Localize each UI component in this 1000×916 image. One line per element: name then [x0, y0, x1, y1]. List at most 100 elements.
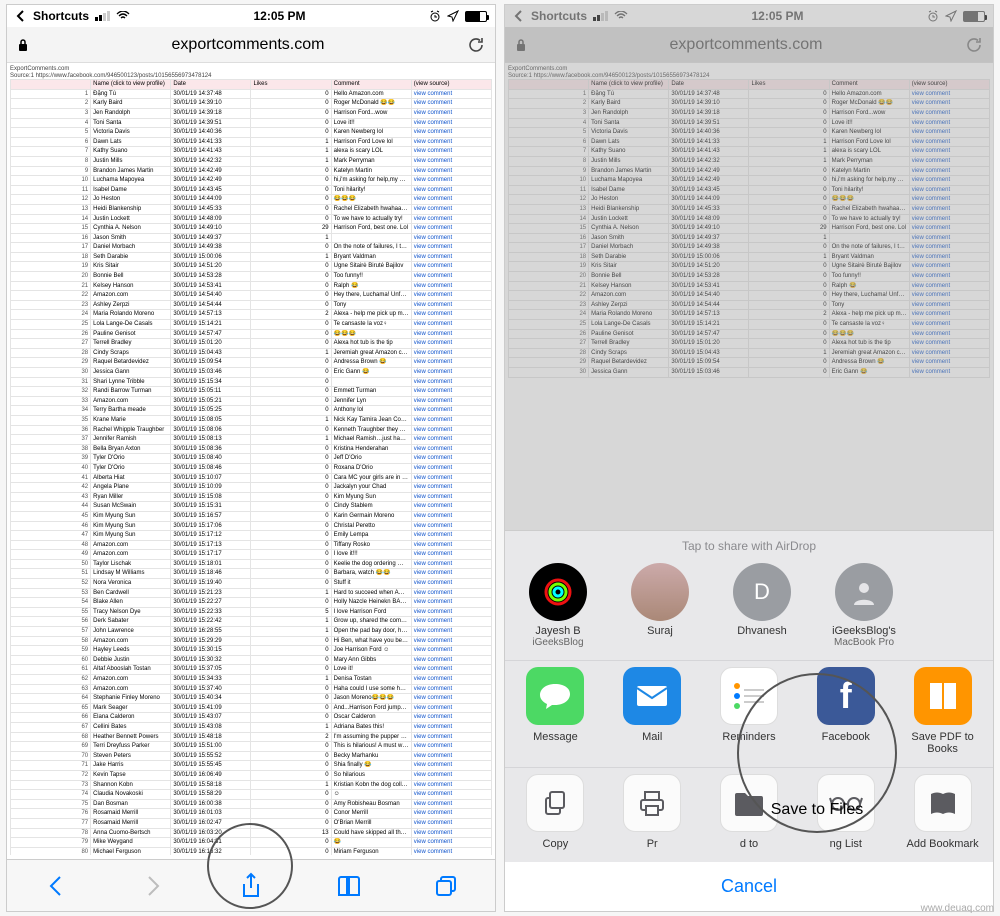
table-row: 5Victoria Davis30/01/19 14:40:360Karen N…	[11, 128, 492, 138]
safari-toolbar	[7, 859, 495, 911]
battery-icon	[465, 11, 487, 22]
table-row: 79Mike Weygand30/01/19 16:04:310😂view co…	[11, 838, 492, 848]
table-row: 9Brandon James Martin30/01/19 14:42:490K…	[11, 166, 492, 176]
table-row: 15Cynthia A. Nelson30/01/19 14:49:1029Ha…	[11, 224, 492, 234]
table-row: 14Justin Lockett30/01/19 14:48:090To we …	[11, 214, 492, 224]
back-button[interactable]	[36, 866, 76, 906]
table-row: 18Seth Darabie30/01/19 15:00:061Bryant V…	[11, 252, 492, 262]
table-row: 44Susan McSwain30/01/19 15:15:310Cindy S…	[11, 502, 492, 512]
share-app-msg[interactable]: Message	[515, 667, 596, 755]
share-app-fb[interactable]: fFacebook	[805, 667, 886, 755]
lock-icon	[17, 38, 29, 52]
airdrop-target[interactable]: Jayesh BiGeeksBlog	[515, 563, 601, 648]
tabs-button[interactable]	[426, 866, 466, 906]
airdrop-target[interactable]: Suraj	[617, 563, 703, 648]
table-row: 12Jo Heston30/01/19 14:44:090😂😂😂view com…	[11, 195, 492, 205]
table-row: 73Shannon Kobn30/01/19 15:58:181Kristian…	[11, 780, 492, 790]
table-row: 2Karly Baird30/01/19 14:39:100Roger McDo…	[11, 99, 492, 109]
table-row: 53Ben Cardwell30/01/19 15:21:231Hard to …	[11, 588, 492, 598]
app-label: Reminders	[709, 731, 790, 743]
apps-row: Message Mail Reminders fFacebookSave PDF to…	[505, 661, 993, 768]
table-row: 64Stephanie Finley Moreno30/01/19 15:40:…	[11, 694, 492, 704]
app-label: Mail	[612, 731, 693, 743]
airdrop-row: Jayesh BiGeeksBlogSurajDDhvaneshiGeeksBl…	[505, 557, 993, 661]
table-row: 32Randi Barrow Turman30/01/19 15:05:110E…	[11, 387, 492, 397]
reload-icon[interactable]	[467, 36, 485, 54]
table-row: 29Raquel Betardevidez30/01/19 15:09:540A…	[11, 358, 492, 368]
table-row: 72Kevin Tapse30/01/19 16:06:490So hilari…	[11, 770, 492, 780]
table-row: 78Anna Cuomo-Bertsch30/01/19 16:03:2013C…	[11, 828, 492, 838]
app-label: Facebook	[805, 731, 886, 743]
table-row: 46Kim Myung Sun30/01/19 15:17:060Christa…	[11, 521, 492, 531]
table-row: 65Mark Seager30/01/19 15:41:090And...Har…	[11, 703, 492, 713]
back-label[interactable]: Shortcuts	[33, 9, 89, 23]
table-row: 21Kelsey Hanson30/01/19 14:53:410Ralph 😂…	[11, 281, 492, 291]
share-action-save[interactable]: d to	[709, 774, 790, 850]
signal-icon	[95, 11, 110, 21]
table-row: 63Amazon.com30/01/19 15:37:400Haha could…	[11, 684, 492, 694]
bookmarks-button[interactable]	[329, 866, 369, 906]
table-row: 8Justin Mills30/01/19 14:42:321Mark Perr…	[11, 156, 492, 166]
phone-left: Shortcuts 12:05 PM exportcomments.com Ex…	[6, 4, 496, 912]
table-row: 26Pauline Genisot30/01/19 14:57:470😂😂😂vi…	[11, 329, 492, 339]
share-action-print[interactable]: Pr	[612, 774, 693, 850]
table-row: 59Hayley Leeds30/01/19 15:30:150Joe Harr…	[11, 646, 492, 656]
table-row: 24Maria Rolando Moreno30/01/19 14:57:132…	[11, 310, 492, 320]
table-row: 34Terry Bartha meade30/01/19 15:05:250An…	[11, 406, 492, 416]
share-action-glasses[interactable]: ng List	[805, 774, 886, 850]
table-row: 57John Lawrence30/01/19 16:28:551Open th…	[11, 627, 492, 637]
table-row: 43Ryan Miller30/01/19 15:15:080Kim Myung…	[11, 492, 492, 502]
table-row: 76Rosamaid Merrill30/01/19 16:01:030Cono…	[11, 809, 492, 819]
table-row: 60Debbie Justin30/01/19 15:30:320Mary An…	[11, 655, 492, 665]
airdrop-target[interactable]: iGeeksBlog'sMacBook Pro	[821, 563, 907, 648]
share-app-pdf[interactable]: Save PDF to Books	[902, 667, 983, 755]
url-host: exportcomments.com	[39, 36, 457, 54]
airdrop-name: Suraj	[617, 625, 703, 637]
table-row: 68Heather Bennett Powers30/01/19 15:48:1…	[11, 732, 492, 742]
share-action-book[interactable]: Add Bookmark	[902, 774, 983, 850]
table-row: 54Blake Allen30/01/19 15:22:270Holly Naz…	[11, 598, 492, 608]
chevron-left-icon	[15, 10, 27, 22]
table-row: 23Ashley Zerpzi30/01/19 14:54:440Tonyvie…	[11, 300, 492, 310]
url-bar[interactable]: exportcomments.com	[7, 27, 495, 63]
table-row: 40Tyler D'Orio30/01/19 15:08:460Roxana D…	[11, 463, 492, 473]
airdrop-name: Dhvanesh	[719, 625, 805, 637]
table-row: 56Derk Sabater30/01/19 15:22:421Grow up,…	[11, 617, 492, 627]
source-line: Source:1 https://www.facebook.com/946500…	[10, 73, 492, 80]
phone-right: Shortcuts 12:05 PM exportcomments.com Ex…	[504, 4, 994, 912]
share-button[interactable]	[231, 866, 271, 906]
share-action-copy[interactable]: Copy	[515, 774, 596, 850]
table-row: 27Terrell Bradley30/01/19 15:01:200Alexa…	[11, 339, 492, 349]
forward-button	[133, 866, 173, 906]
airdrop-name: iGeeksBlog's	[821, 625, 907, 637]
table-row: 80Michael Ferguson30/01/19 16:16:320Miri…	[11, 847, 492, 855]
table-row: 25Lola Lange-De Casals30/01/19 15:14:210…	[11, 320, 492, 330]
table-row: 35Krane Marie30/01/19 15:08:051Nick Kay …	[11, 415, 492, 425]
table-row: 38Bella Bryan Axton30/01/19 15:08:360Kri…	[11, 444, 492, 454]
table-row: 13Heidi Blankenship30/01/19 14:45:330Rac…	[11, 204, 492, 214]
table-row: 3Jen Randolph30/01/19 14:39:180Harrison …	[11, 108, 492, 118]
status-bar: Shortcuts 12:05 PM	[7, 5, 495, 27]
table-row: 22Amazon.com30/01/19 14:54:400Hey there,…	[11, 291, 492, 301]
share-app-rem[interactable]: Reminders	[709, 667, 790, 755]
table-row: 20Bonnie Bell30/01/19 14:53:280Too funny…	[11, 272, 492, 282]
table-row: 28Cindy Scraps30/01/19 15:04:431Jeremiah…	[11, 348, 492, 358]
table-row: 36Rachel Whipple Traughber30/01/19 15:08…	[11, 425, 492, 435]
page-content[interactable]: ExportComments.com Source:1 https://www.…	[7, 63, 495, 855]
table-row: 41Alberta Hiat30/01/19 15:10:070Cara MC …	[11, 473, 492, 483]
table-row: 75Dan Bosman30/01/19 16:00:380Amy Robish…	[11, 799, 492, 809]
table-row: 61Altaf Abooslah Tostan30/01/19 15:37:05…	[11, 665, 492, 675]
airdrop-target[interactable]: DDhvanesh	[719, 563, 805, 648]
table-row: 45Kim Myung Sun30/01/19 15:16:570Karin G…	[11, 511, 492, 521]
table-row: 19Kris Sitair30/01/19 14:51:200Ugne Sita…	[11, 262, 492, 272]
wifi-icon	[116, 11, 130, 21]
table-row: 77Rosamaid Merrill30/01/19 16:02:470O'Br…	[11, 818, 492, 828]
watermark: www.deuaq.com	[921, 903, 994, 914]
share-app-mail[interactable]: Mail	[612, 667, 693, 755]
table-row: 37Jennifer Ramish30/01/19 15:08:131Micha…	[11, 435, 492, 445]
app-label: Message	[515, 731, 596, 743]
table-row: 1Đặng Tú30/01/19 14:37:480Hello Amazon.c…	[11, 89, 492, 99]
table-row: 51Lindsay M Williams30/01/19 15:18:460Ba…	[11, 569, 492, 579]
share-sheet: Tap to share with AirDrop Jayesh BiGeeks…	[505, 530, 993, 911]
table-row: 6Dawn Lats30/01/19 14:41:331Harrison For…	[11, 137, 492, 147]
